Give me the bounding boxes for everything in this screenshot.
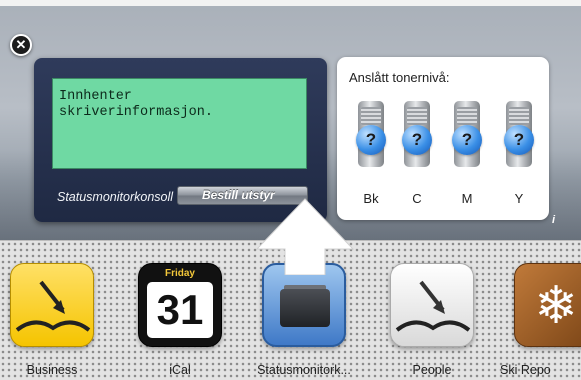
toner-label-c: C bbox=[412, 191, 422, 206]
unknown-level-icon: ? bbox=[504, 125, 534, 155]
app-ical[interactable]: Friday 31 iCal bbox=[138, 263, 222, 377]
printer-body bbox=[280, 289, 330, 327]
unknown-level-icon: ? bbox=[356, 125, 386, 155]
info-icon[interactable]: i bbox=[552, 214, 555, 226]
calendar-day: Friday bbox=[164, 268, 195, 279]
close-widget-button[interactable]: ✕ bbox=[10, 34, 32, 56]
toner-label-m: M bbox=[461, 191, 473, 206]
toner-label-y: Y bbox=[514, 191, 524, 206]
app-ski-report[interactable]: ❄ Ski Repo bbox=[500, 263, 581, 377]
snowflake-icon: ❄ bbox=[514, 263, 581, 347]
up-arrow-icon bbox=[255, 198, 355, 275]
toner-level-panel: Anslått tonernivå: ? Bk ? C ? M ? Y bbox=[337, 57, 549, 220]
app-label: Ski Repo bbox=[500, 363, 551, 377]
lcd-status-display: Innhenter skriverinformasjon. bbox=[52, 78, 307, 169]
top-strip bbox=[0, 0, 581, 6]
app-people[interactable]: People bbox=[390, 263, 474, 377]
snowflake-glyph: ❄ bbox=[534, 277, 578, 335]
app-label: Business bbox=[26, 363, 78, 377]
ledger-arrow-icon bbox=[10, 263, 94, 347]
calendar-icon: Friday 31 bbox=[138, 263, 222, 347]
calendar-date: 31 bbox=[147, 282, 213, 338]
ledger-arrow-icon bbox=[390, 263, 474, 347]
unknown-level-icon: ? bbox=[402, 125, 432, 155]
app-status-monitor[interactable]: Statusmonitork... bbox=[257, 263, 351, 377]
app-label: Statusmonitork... bbox=[257, 363, 351, 377]
app-label: iCal bbox=[169, 363, 191, 377]
printer-icon bbox=[262, 263, 346, 347]
unknown-level-icon: ? bbox=[452, 125, 482, 155]
toner-level-title: Anslått tonernivå: bbox=[349, 70, 450, 85]
toner-label-bk: Bk bbox=[363, 191, 379, 206]
app-business[interactable]: Business bbox=[10, 263, 94, 377]
app-label: People bbox=[412, 363, 452, 377]
